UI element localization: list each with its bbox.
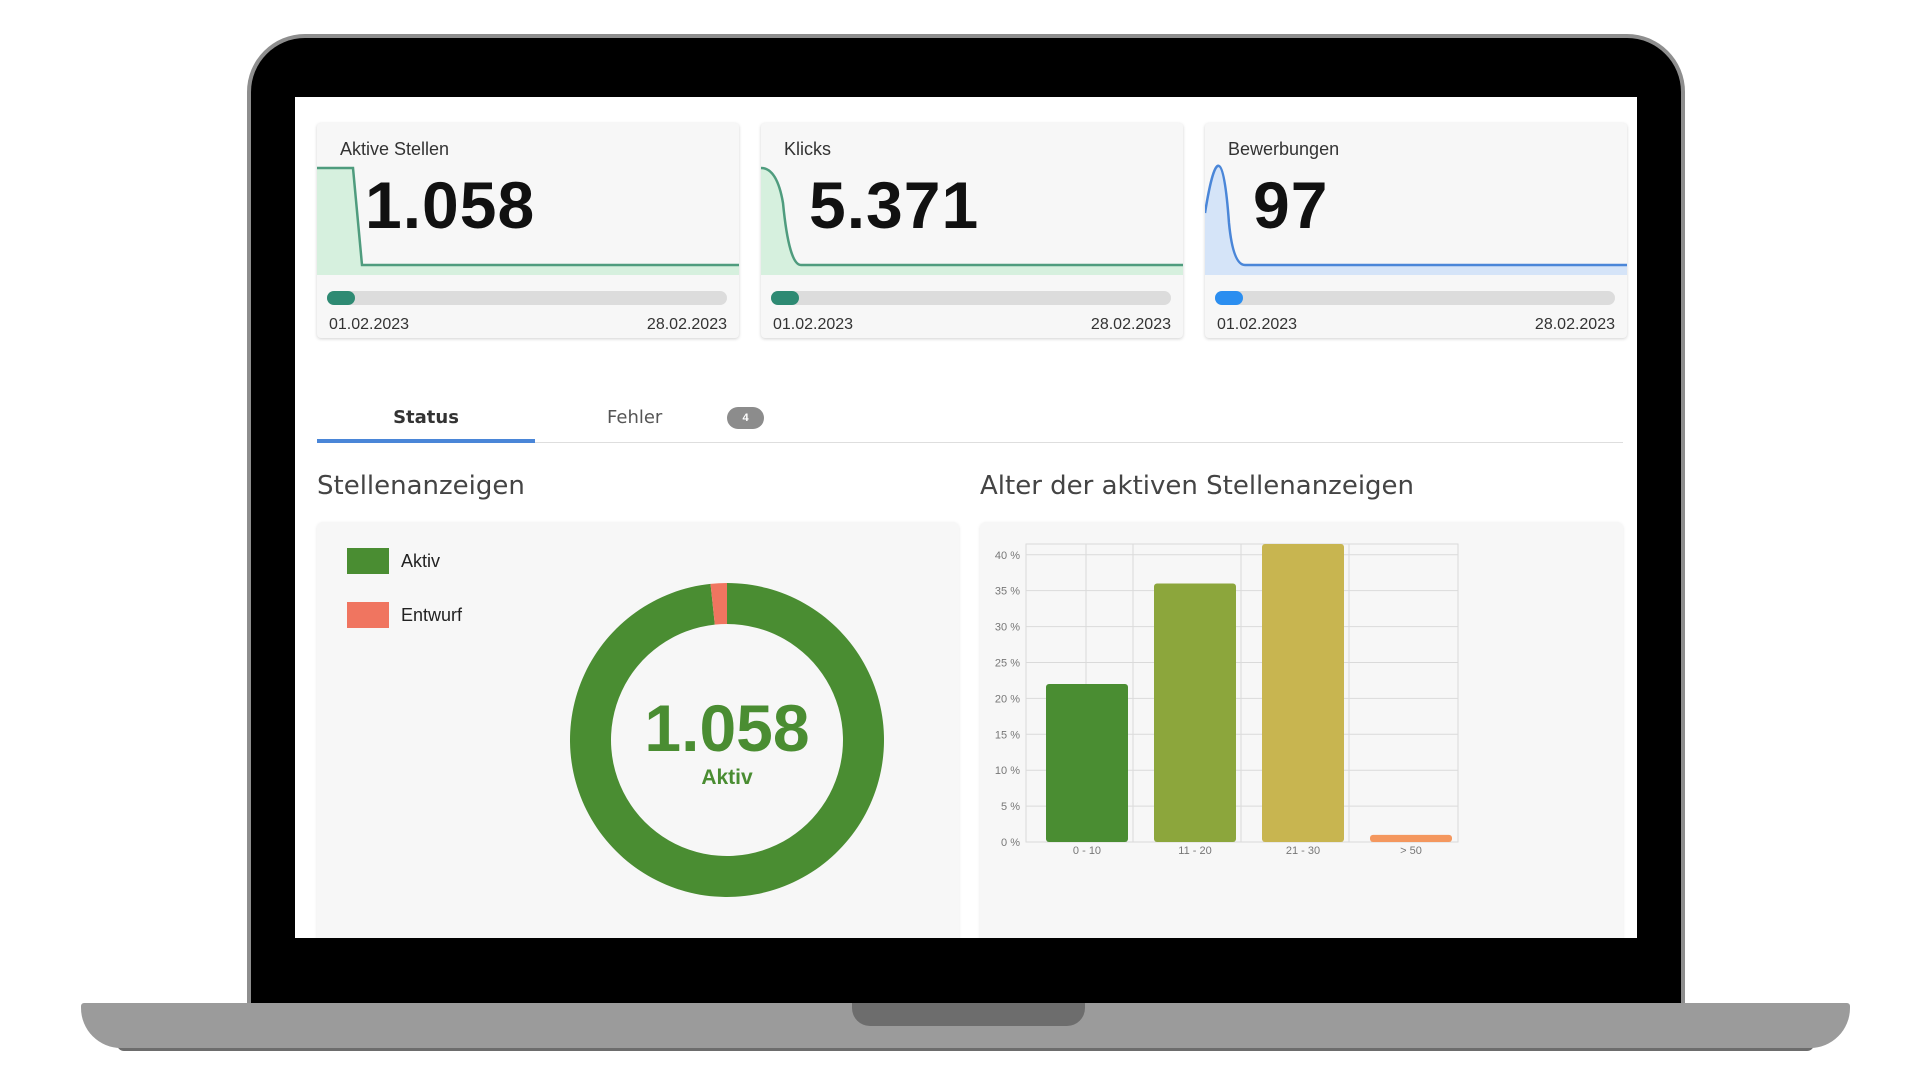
kpi-date-end: 28.02.2023 [1090, 316, 1171, 333]
kpi-progress-fill [1215, 291, 1243, 305]
donut-center-label: Aktiv [701, 766, 753, 789]
x-tick-label: 11 - 20 [1178, 845, 1211, 857]
y-tick-label: 30 % [995, 622, 1020, 634]
kpi-date-start: 01.02.2023 [773, 316, 854, 333]
bar-chart: 0 % 5 % 10 % 15 % 20 % 25 % 30 % 35 % 40 % 0 - 10… [995, 543, 1459, 857]
y-tick-label: 35 % [995, 586, 1020, 598]
kpi-card-klicks[interactable]: Klicks 5.371 01.02.2023 28.02.2023 [761, 123, 1183, 338]
y-tick-label: 40 % [995, 550, 1020, 562]
y-tick-label: 10 % [995, 765, 1020, 777]
kpi-progress-track [771, 291, 1171, 305]
y-tick-label: 20 % [995, 693, 1020, 705]
kpi-label: Klicks [784, 139, 832, 159]
kpi-progress-track [327, 291, 727, 305]
kpi-card-aktive-stellen[interactable]: Aktive Stellen 1.058 01.02.2023 28.02.20… [317, 123, 739, 338]
kpi-value: 5.371 [809, 168, 980, 242]
donut-center-value: 1.058 [644, 691, 810, 765]
kpi-label: Aktive Stellen [340, 139, 450, 159]
kpi-date-end: 28.02.2023 [1534, 316, 1615, 333]
bar-chart-panel: 0 % 5 % 10 % 15 % 20 % 25 % 30 % 35 % 40 % 0 - 10… [980, 522, 1623, 938]
tab-bar: Status Fehler 4 [317, 393, 1623, 443]
kpi-value: 97 [1253, 168, 1329, 242]
bar-1[interactable] [1046, 684, 1128, 842]
tab-status-label: Status [393, 407, 459, 428]
legend-swatch-entwurf [347, 602, 389, 628]
x-tick-label: > 50 [1400, 845, 1422, 857]
donut-center: 1.058 Aktiv [527, 690, 927, 790]
section-title-stellenanzeigen: Stellenanzeigen [317, 471, 525, 501]
y-tick-label: 25 % [995, 657, 1020, 669]
bar-3[interactable] [1262, 544, 1344, 842]
legend-item-entwurf[interactable]: Entwurf [347, 602, 462, 628]
bar-4[interactable] [1370, 834, 1452, 842]
section-title-alter: Alter der aktiven Stellenanzeigen [980, 471, 1415, 501]
x-tick-label: 0 - 10 [1073, 845, 1101, 857]
laptop-notch [852, 1003, 1085, 1026]
y-tick-label: 15 % [995, 729, 1020, 741]
bar-2[interactable] [1154, 583, 1236, 842]
legend-item-aktiv[interactable]: Aktiv [347, 548, 440, 574]
y-tick-label: 5 % [1001, 801, 1020, 813]
kpi-progress-fill [327, 291, 355, 305]
kpi-card-bewerbungen[interactable]: Bewerbungen 97 01.02.2023 28.02.2023 [1205, 123, 1627, 338]
kpi-date-start: 01.02.2023 [329, 316, 410, 333]
x-tick-label: 21 - 30 [1286, 845, 1320, 857]
donut-panel: Aktiv Entwurf 1.058 Aktiv [317, 522, 959, 938]
dashboard-screen: Aktive Stellen 1.058 01.02.2023 28.02.20… [295, 97, 1637, 938]
kpi-progress-track [1215, 291, 1615, 305]
kpi-progress-fill [771, 291, 799, 305]
kpi-date-end: 28.02.2023 [646, 316, 727, 333]
kpi-label: Bewerbungen [1228, 139, 1340, 159]
legend-label: Aktiv [401, 550, 441, 571]
kpi-value: 1.058 [365, 168, 536, 242]
tab-status[interactable]: Status [317, 393, 535, 443]
tab-fehler[interactable]: Fehler [607, 407, 662, 428]
y-tick-label: 0 % [1001, 837, 1020, 849]
legend-swatch-aktiv [347, 548, 389, 574]
kpi-date-start: 01.02.2023 [1217, 316, 1298, 333]
legend-label: Entwurf [401, 604, 463, 625]
tab-fehler-count-badge: 4 [727, 407, 764, 429]
